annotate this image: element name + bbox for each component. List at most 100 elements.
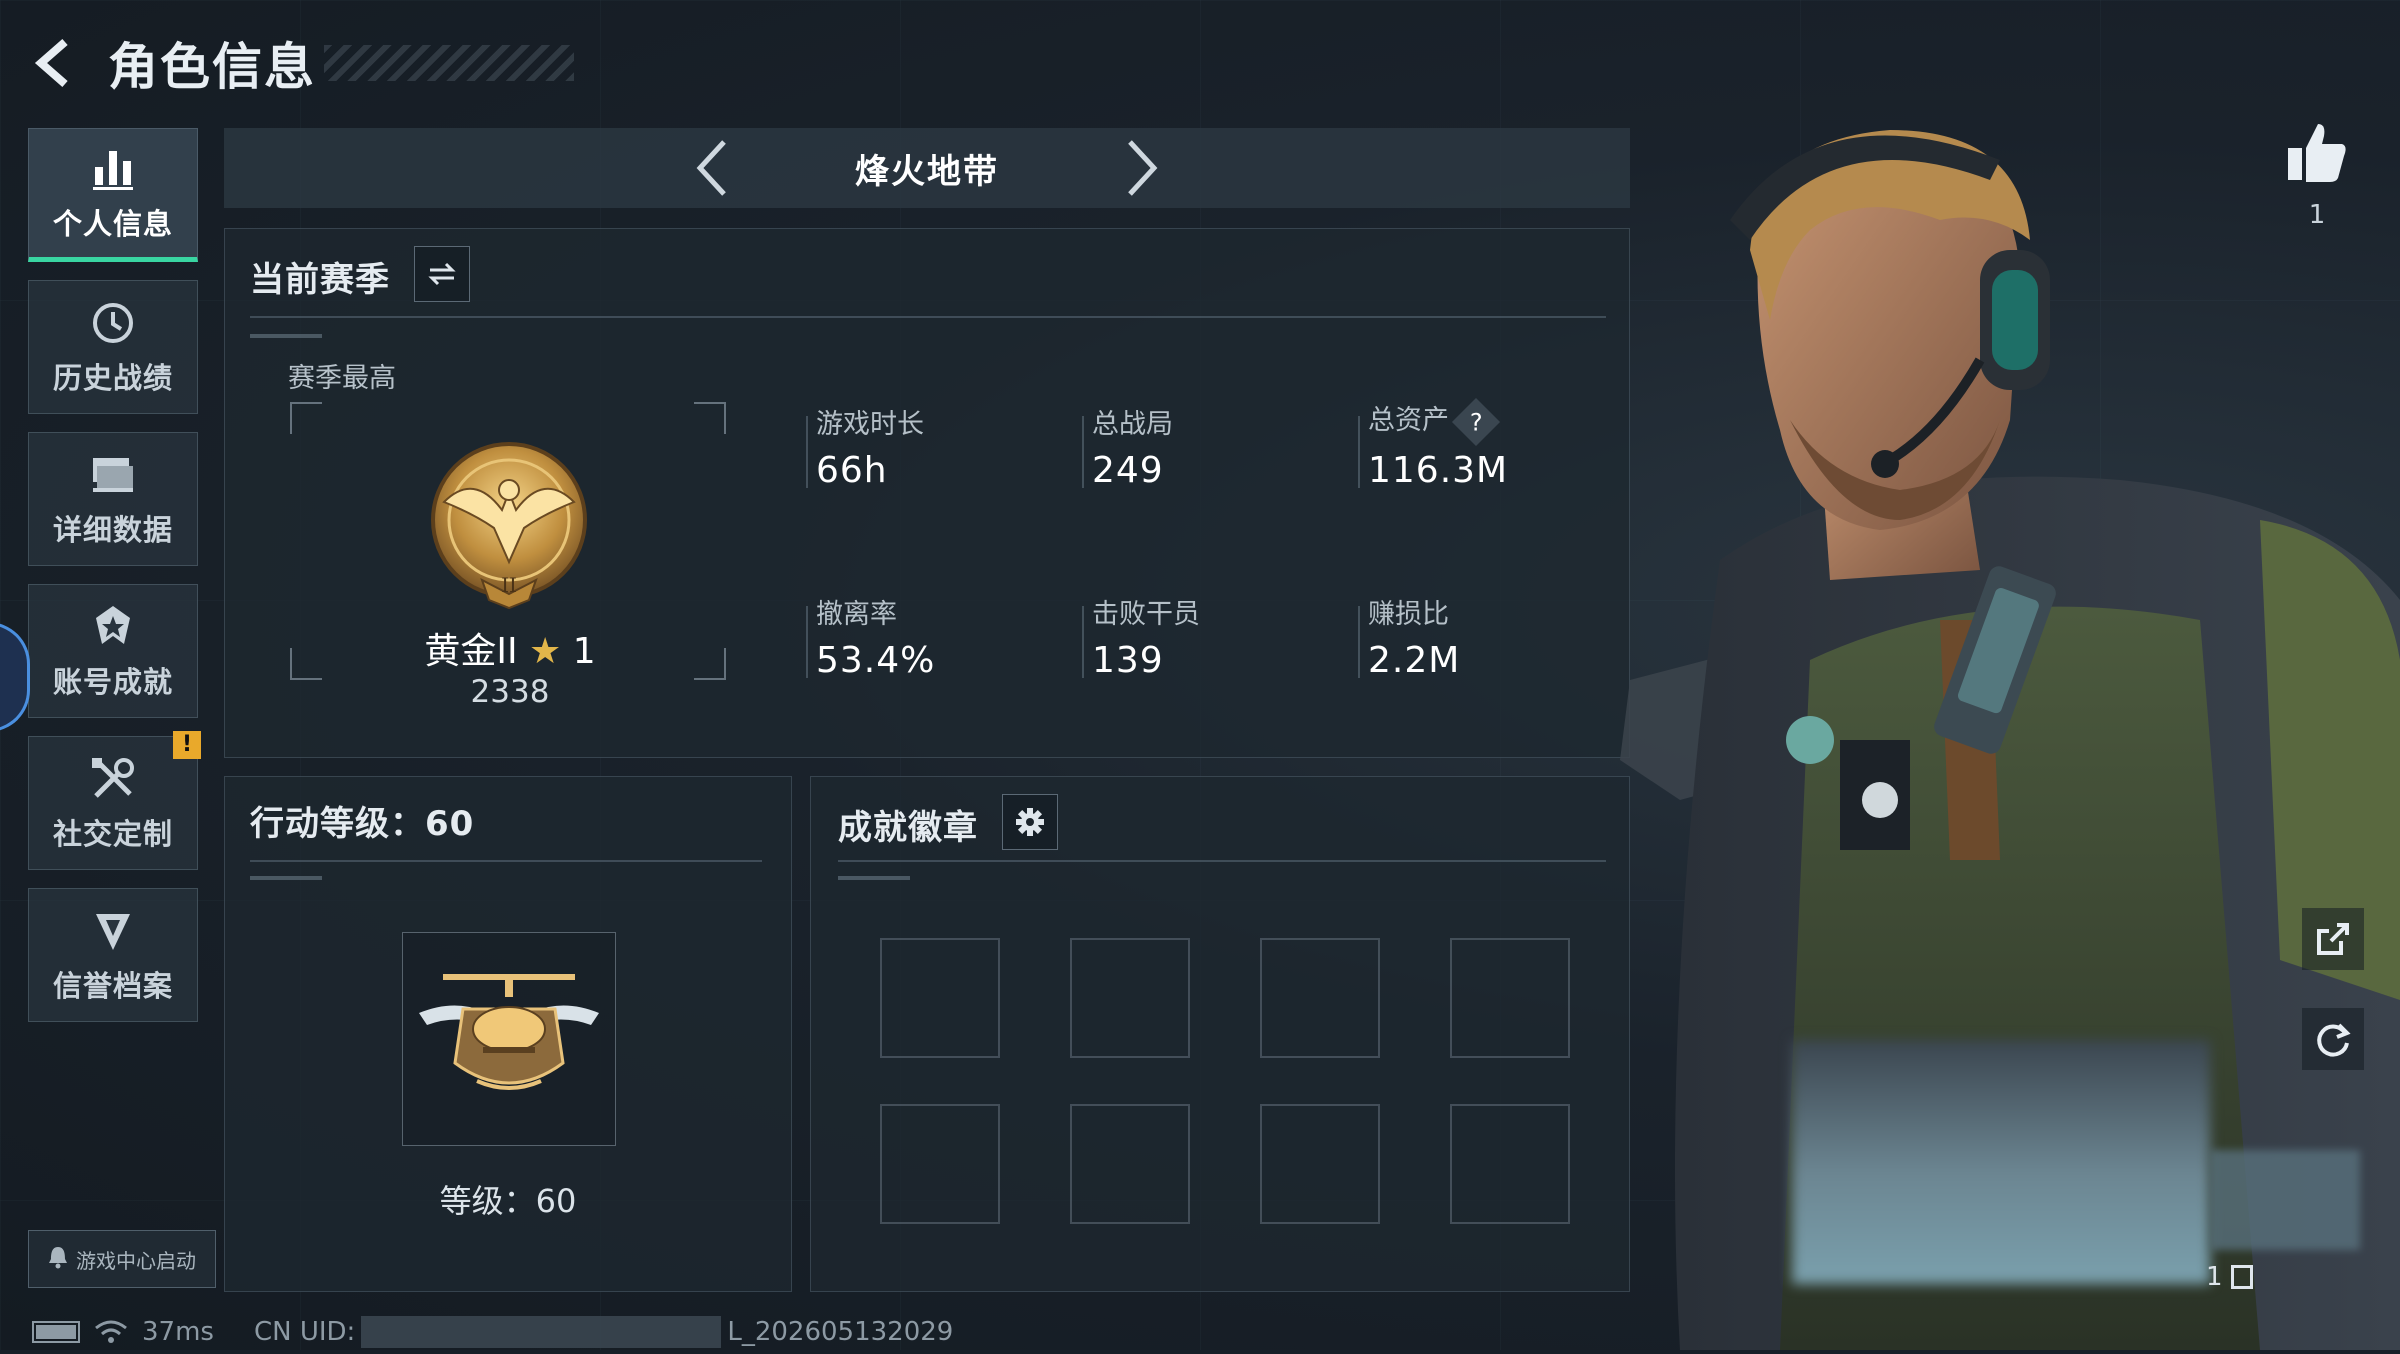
help-icon[interactable]: ? bbox=[1451, 397, 1501, 446]
copy-icon[interactable] bbox=[2230, 1265, 2253, 1289]
stat-separator bbox=[806, 416, 808, 488]
back-button[interactable] bbox=[28, 35, 84, 91]
switch-arrows-icon bbox=[428, 262, 456, 286]
uid-redacted bbox=[361, 1316, 722, 1348]
bar-chart-icon bbox=[91, 143, 135, 195]
stat-label-total-assets: 总资产? bbox=[1368, 397, 1501, 446]
like-button[interactable] bbox=[2282, 118, 2352, 188]
sidebar-item-label: 详细数据 bbox=[52, 513, 173, 547]
badge-settings-button[interactable] bbox=[1002, 794, 1058, 850]
sidebar-item-label: 社交定制 bbox=[52, 817, 173, 851]
rank-title: 黄金II bbox=[424, 631, 518, 672]
season-divider bbox=[250, 316, 1606, 318]
badge-slot[interactable] bbox=[880, 938, 1000, 1058]
decor-bar bbox=[250, 876, 322, 880]
rank-stars: 1 bbox=[572, 631, 596, 672]
game-center-launch-button[interactable]: 游戏中心启动 bbox=[28, 1230, 216, 1288]
title-decoration bbox=[324, 45, 574, 81]
stat-value-extraction-rate: 53.4% bbox=[816, 640, 936, 681]
rotate-character-button[interactable] bbox=[2302, 1008, 2364, 1070]
sidebar-item-label: 个人信息 bbox=[52, 207, 173, 241]
battery-icon bbox=[32, 1321, 80, 1343]
shield-icon bbox=[90, 905, 136, 957]
badge-slot[interactable] bbox=[1260, 1104, 1380, 1224]
stat-separator bbox=[1358, 606, 1360, 678]
badges-divider bbox=[838, 860, 1606, 862]
stat-label-operators-defeated: 击败干员 bbox=[1092, 599, 1200, 630]
stat-value-total-assets: 116.3M bbox=[1368, 450, 1509, 491]
badge-slot[interactable] bbox=[1260, 938, 1380, 1058]
badge-slot[interactable] bbox=[1070, 938, 1190, 1058]
sidebar-item-label: 账号成就 bbox=[52, 665, 173, 699]
share-icon bbox=[2317, 923, 2349, 955]
mode-prev-button[interactable] bbox=[682, 133, 742, 203]
stat-label-total-matches: 总战局 bbox=[1092, 409, 1173, 440]
mode-switcher: 烽火地带 bbox=[224, 128, 1630, 208]
history-icon bbox=[90, 297, 136, 349]
level-text: 等级：60 bbox=[439, 1182, 577, 1220]
wifi-icon bbox=[95, 1320, 127, 1343]
rank-emblem-icon: II bbox=[424, 432, 594, 612]
sidebar-item-achievements[interactable]: 账号成就 bbox=[28, 584, 198, 718]
stat-separator bbox=[1358, 416, 1360, 488]
stat-separator bbox=[1082, 416, 1084, 488]
sidebar-item-detailed-data[interactable]: 详细数据 bbox=[28, 432, 198, 566]
stat-value-profit-ratio: 2.2M bbox=[1368, 640, 1461, 681]
frame-corner bbox=[694, 402, 726, 434]
tools-icon bbox=[90, 753, 136, 805]
stat-value-total-matches: 249 bbox=[1092, 450, 1164, 491]
page-title: 角色信息 bbox=[108, 38, 316, 96]
action-level-title: 行动等级：60 bbox=[250, 804, 475, 844]
bell-icon bbox=[48, 1245, 68, 1274]
page-indicator: 1 bbox=[2206, 1262, 2253, 1292]
stat-label-playtime: 游戏时长 bbox=[816, 409, 924, 440]
badge-slot[interactable] bbox=[1070, 1104, 1190, 1224]
sidebar-item-personal-info[interactable]: 个人信息 bbox=[28, 128, 198, 262]
frame-corner bbox=[290, 402, 322, 434]
level-emblem-frame bbox=[402, 932, 616, 1146]
share-button[interactable] bbox=[2302, 908, 2364, 970]
status-bar: 37ms CN UID: L_202605132029 bbox=[32, 1316, 953, 1348]
chevron-left-icon bbox=[696, 140, 726, 196]
gear-icon bbox=[1016, 808, 1044, 836]
stat-separator bbox=[1082, 606, 1084, 678]
sidebar: 个人信息 历史战绩 详细数据 账号成就 ! 社交定制 信誉档案 bbox=[28, 128, 201, 1040]
mode-next-button[interactable] bbox=[1112, 133, 1172, 203]
badge-slot[interactable] bbox=[1450, 1104, 1570, 1224]
achievement-icon bbox=[90, 601, 136, 653]
folder-icon bbox=[89, 449, 137, 501]
uid-prefix: CN UID: bbox=[253, 1317, 356, 1347]
badge-slot[interactable] bbox=[1450, 938, 1570, 1058]
decor-bar bbox=[838, 876, 910, 880]
frame-corner bbox=[694, 648, 726, 680]
blurred-preview-edge bbox=[2210, 1150, 2360, 1250]
page-header: 角色信息 bbox=[28, 28, 574, 98]
alert-badge: ! bbox=[173, 731, 201, 759]
season-switch-button[interactable] bbox=[414, 246, 470, 302]
stat-separator bbox=[806, 606, 808, 678]
badges-title: 成就徽章 bbox=[838, 808, 978, 848]
mode-name: 烽火地带 bbox=[855, 151, 999, 192]
launch-label: 游戏中心启动 bbox=[76, 1248, 196, 1273]
svg-text:II: II bbox=[501, 573, 517, 597]
sidebar-item-social-custom[interactable]: ! 社交定制 bbox=[28, 731, 201, 870]
refresh-icon bbox=[2317, 1023, 2351, 1057]
helicopter-emblem-icon bbox=[413, 963, 605, 1117]
star-icon: ★ bbox=[529, 631, 562, 672]
like-count: 1 bbox=[2308, 200, 2326, 230]
page-number: 1 bbox=[2206, 1262, 2223, 1292]
stat-value-playtime: 66h bbox=[816, 450, 888, 491]
season-best-label: 赛季最高 bbox=[288, 363, 396, 394]
badge-slot[interactable] bbox=[880, 1104, 1000, 1224]
blurred-preview-card[interactable] bbox=[1792, 1040, 2210, 1284]
sidebar-item-credit-record[interactable]: 信誉档案 bbox=[28, 888, 198, 1022]
total-assets-label: 总资产 bbox=[1368, 405, 1449, 436]
sidebar-item-history[interactable]: 历史战绩 bbox=[28, 280, 198, 414]
ping-value: 37ms bbox=[142, 1317, 214, 1347]
sidebar-item-label: 历史战绩 bbox=[52, 361, 173, 395]
rank-score: 2338 bbox=[470, 674, 550, 710]
frame-corner bbox=[290, 648, 322, 680]
thumbs-up-icon bbox=[2288, 124, 2346, 182]
sidebar-item-label: 信誉档案 bbox=[52, 969, 173, 1003]
stat-label-extraction-rate: 撤离率 bbox=[816, 599, 897, 630]
